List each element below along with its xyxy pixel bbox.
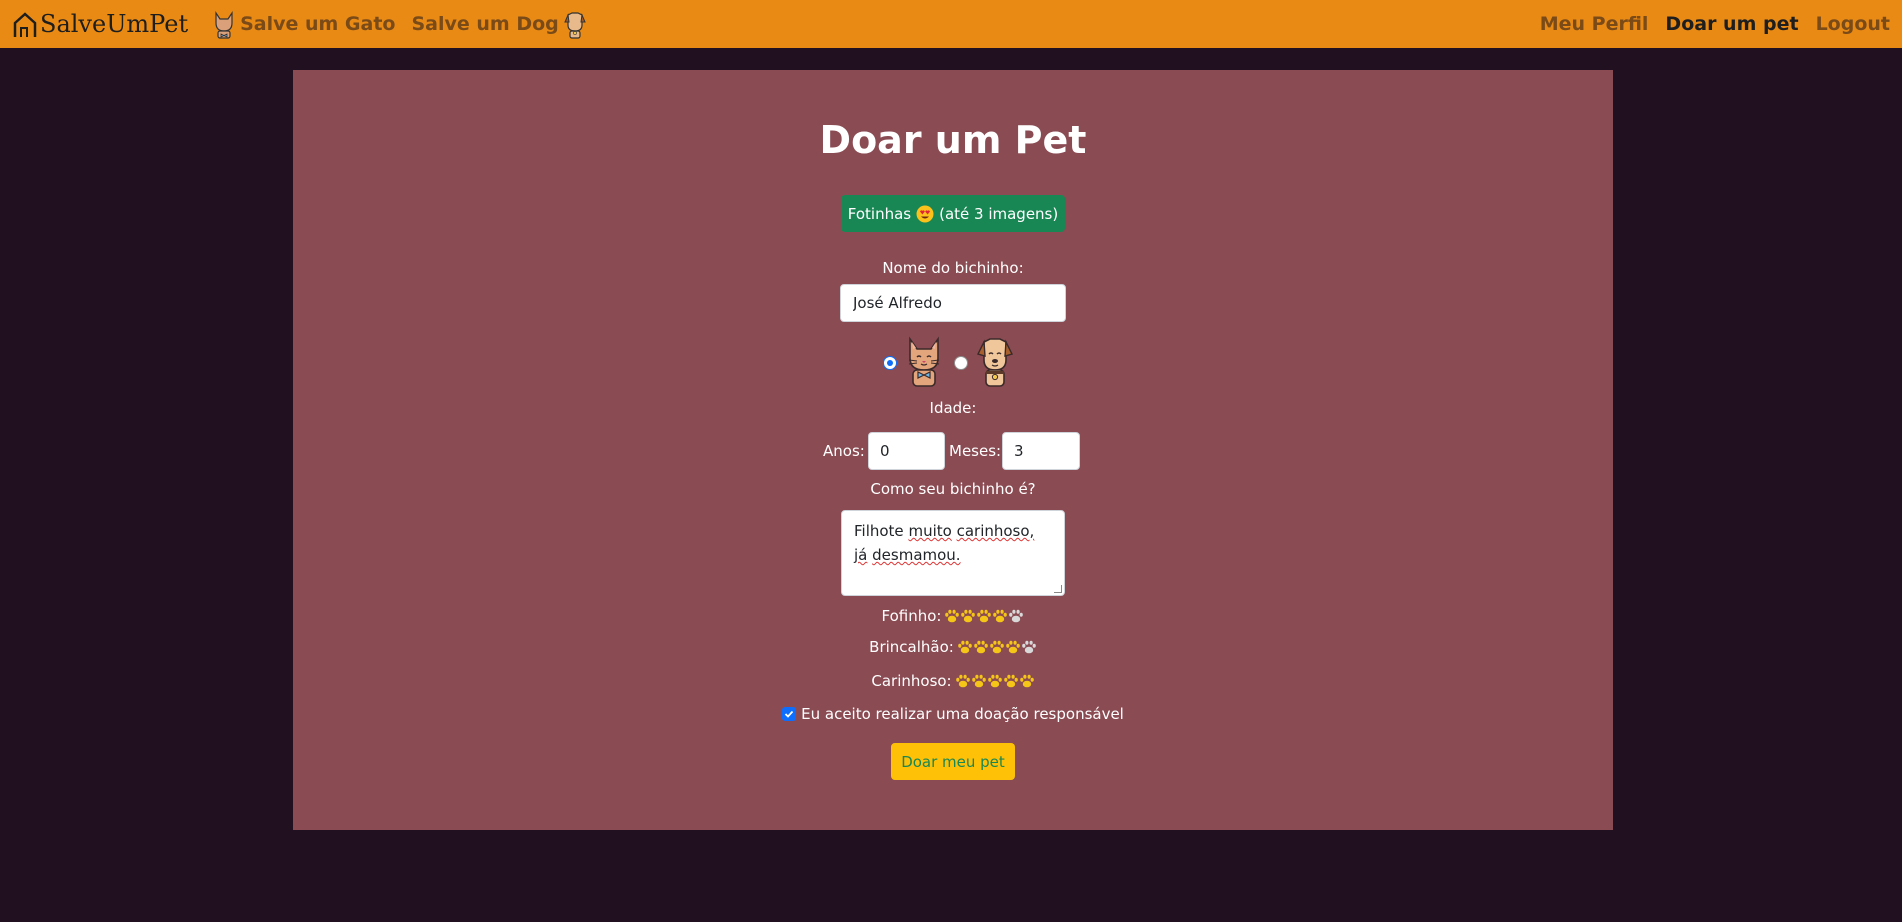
years-input[interactable]: [868, 432, 945, 470]
accept-row: Eu aceito realizar uma doação responsáve…: [293, 705, 1613, 723]
nav-save-dog[interactable]: Salve um Dog: [412, 9, 587, 39]
months-input[interactable]: [1002, 432, 1080, 470]
house-icon: [13, 12, 37, 37]
accept-label: Eu aceito realizar uma doação responsáve…: [801, 705, 1124, 723]
paw-filled-icon[interactable]: [1005, 639, 1021, 655]
paw-filled-icon[interactable]: [992, 608, 1008, 624]
years-label: Anos:: [823, 442, 865, 460]
rating-brincalhao: Brincalhão:: [293, 638, 1613, 656]
paw-rating[interactable]: [957, 639, 1037, 655]
description-textarea[interactable]: Filhote muito carinhoso, já desmamou.: [841, 510, 1065, 596]
cat-icon: [215, 11, 233, 39]
paw-filled-icon[interactable]: [960, 608, 976, 624]
age-label: Idade:: [929, 399, 977, 417]
nav-save-cat[interactable]: Salve um Gato: [212, 9, 396, 39]
paw-filled-icon[interactable]: [944, 608, 960, 624]
paw-filled-icon[interactable]: [1003, 673, 1019, 689]
dog-icon: [564, 12, 586, 39]
species-radio-cat[interactable]: [883, 356, 897, 370]
species-radio-dog[interactable]: [954, 356, 968, 370]
brand-name: SalveUmPet: [40, 10, 189, 38]
paw-filled-icon[interactable]: [976, 608, 992, 624]
navbar: SalveUmPet Salve um Gato Salve um Dog Me…: [0, 0, 1902, 48]
heart-eyes-emoji-icon: [916, 205, 934, 222]
paw-rating[interactable]: [955, 673, 1035, 689]
paw-rating[interactable]: [944, 608, 1024, 624]
paw-filled-icon[interactable]: [973, 639, 989, 655]
donate-form-card: Doar um Pet Fotinhas (até 3 imagens) Nom…: [293, 70, 1613, 830]
pet-name-input[interactable]: [840, 284, 1066, 322]
paw-empty-icon[interactable]: [1021, 639, 1037, 655]
rating-fofinho: Fofinho:: [293, 607, 1613, 625]
months-label: Meses:: [949, 442, 1002, 460]
upload-photos-button[interactable]: Fotinhas (até 3 imagens): [841, 195, 1065, 232]
check-icon: [784, 710, 794, 718]
page-title: Doar um Pet: [819, 118, 1087, 162]
paw-filled-icon[interactable]: [957, 639, 973, 655]
accept-checkbox[interactable]: [782, 707, 797, 721]
resize-handle[interactable]: [1054, 585, 1062, 593]
nav-donate-pet[interactable]: Doar um pet: [1665, 13, 1798, 35]
paw-filled-icon[interactable]: [989, 639, 1005, 655]
brand-logo-link[interactable]: SalveUmPet: [12, 9, 188, 39]
nav-logout[interactable]: Logout: [1816, 13, 1890, 35]
rating-carinhoso: Carinhoso:: [293, 672, 1613, 690]
paw-filled-icon[interactable]: [955, 673, 971, 689]
paw-filled-icon[interactable]: [1019, 673, 1035, 689]
age-row: Anos: Meses:: [293, 432, 1613, 470]
paw-filled-icon[interactable]: [971, 673, 987, 689]
nav-my-profile[interactable]: Meu Perfil: [1540, 13, 1649, 35]
paw-filled-icon[interactable]: [987, 673, 1003, 689]
submit-donation-button[interactable]: Doar meu pet: [891, 743, 1015, 780]
paw-empty-icon[interactable]: [1008, 608, 1024, 624]
cat-icon: [908, 336, 940, 387]
dog-icon: [976, 338, 1014, 387]
pet-name-label: Nome do bichinho:: [882, 259, 1024, 277]
description-label: Como seu bichinho é?: [870, 480, 1036, 498]
